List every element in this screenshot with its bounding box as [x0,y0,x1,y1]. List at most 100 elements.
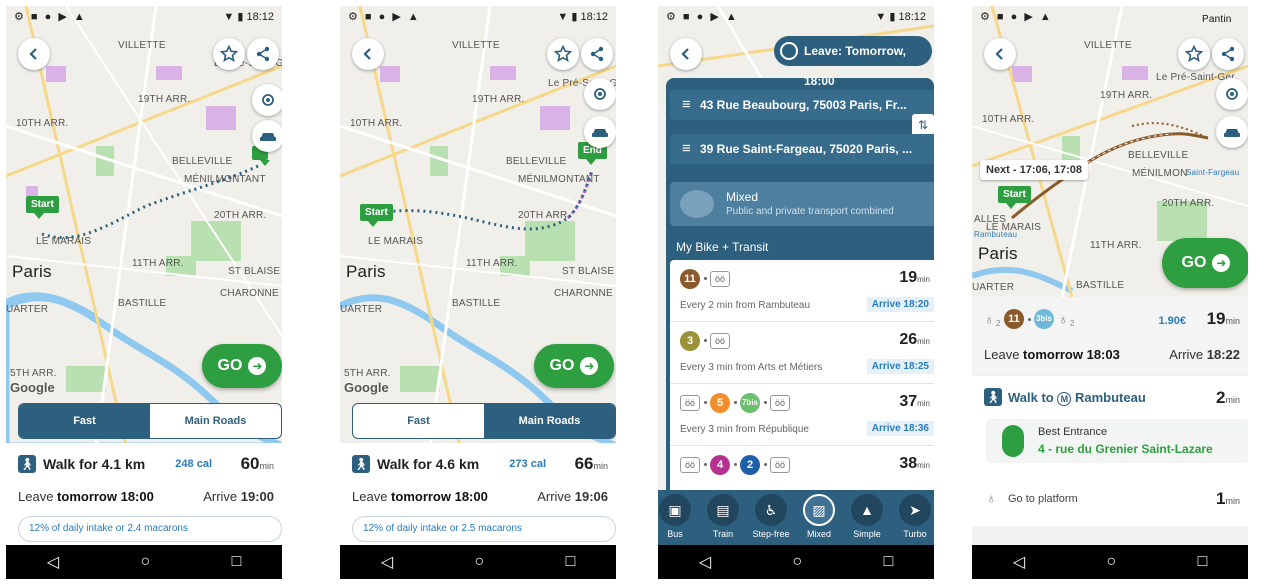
route-type-tabs: Fast Main Roads [352,403,616,439]
route-card[interactable]: öö 4 2 öö 38min [670,446,934,494]
route-frequency: Every 3 min from République [680,424,809,435]
entrance-icon [1002,425,1024,457]
route-frequency: Every 3 min from Arts et Métiers [680,362,823,373]
step-walk[interactable]: 🚶︎ Walk to M Rambuteau 2min [972,384,1248,414]
metro-line-badge: 7bis [740,393,760,413]
status-bar: ⚙ ■ ● ▶ ▲ [972,6,1248,28]
tab-main-roads[interactable]: Main Roads [150,404,281,438]
nav-home-icon[interactable]: ○ [474,553,484,571]
locate-button[interactable] [1216,78,1248,110]
mode-subtitle: Public and private transport combined [726,206,894,217]
back-button[interactable] [984,38,1016,70]
star-icon [554,45,572,62]
total-duration: 19min [1207,309,1240,329]
tab-fast[interactable]: Fast [353,404,484,438]
departure-time-button[interactable]: Leave: Tomorrow, 18:00 [774,36,932,88]
walk-icon: 🚶︎ [984,388,1002,406]
itinerary-summary[interactable]: ♁ 2 11 3bis ♁ 2 1.90€ 19min Leave tomorr… [972,297,1248,373]
nav-back-icon[interactable]: ◁ [699,552,711,572]
nav-home-icon[interactable]: ○ [1106,553,1116,571]
nav-recent-icon[interactable]: □ [884,553,894,571]
walk-distance: Walk for 4.1 km [43,456,146,472]
tab-main-roads[interactable]: Main Roads [484,404,615,438]
arrive-value: 18:22 [1206,347,1240,362]
go-button[interactable]: GO ➜ [534,344,614,388]
bike-icon: öö [770,457,790,473]
mode-mixed[interactable]: ▨ Mixed [794,494,844,539]
go-button[interactable]: GO ➜ [1162,238,1248,288]
map-label-11th: 11TH ARR. [1090,240,1142,251]
walk-row[interactable]: 🚶︎ Walk for 4.1 km 248 cal 60min [6,447,282,481]
favorite-button[interactable] [1178,38,1210,70]
route-card[interactable]: 3 öö 26min Every 3 min from Arts et Méti… [670,322,934,384]
locate-icon [1226,88,1238,100]
map-label-20th: 20TH ARR. [1162,198,1215,209]
nav-back-icon[interactable]: ◁ [47,552,59,572]
route-card[interactable]: öö 5 7bis öö 37min Every 3 min from Répu… [670,384,934,446]
start-pin[interactable]: Start [998,186,1031,209]
platform-duration-unit: min [1225,496,1240,506]
share-button[interactable] [581,38,613,70]
favorite-button[interactable] [213,38,245,70]
star-icon [1185,45,1203,62]
mode-bus[interactable]: ▣ Bus [658,494,700,539]
favorite-button[interactable] [547,38,579,70]
start-pin[interactable]: Start [26,196,59,219]
walk-row[interactable]: 🚶︎ Walk for 4.6 km 273 cal 66min [340,447,616,481]
map-label-bastille: BASTILLE [118,298,167,309]
route-duration-value: 38 [899,455,918,472]
car-button[interactable] [252,120,282,152]
best-entrance-card[interactable]: Best Entrance 4 - rue du Grenier Saint-L… [986,419,1248,463]
map-label-belleville: BELLEVILLE [1128,150,1189,161]
car-button[interactable] [1216,116,1248,148]
mode-turbo[interactable]: ➤ Turbo [890,494,934,539]
route-arrival: Arrive 18:25 [866,359,934,374]
back-button[interactable] [352,38,384,70]
map-label-charonne: CHARONNE [554,288,613,299]
destination-field[interactable]: 39 Rue Saint-Fargeau, 75020 Paris, ... [670,134,934,164]
car-button[interactable] [584,116,616,148]
separator-dot [734,463,737,466]
bike-icon: öö [680,395,700,411]
phone-screen-itinerary: VILLETTE 19TH ARR. 10TH ARR. BELLEVILLE … [972,6,1248,579]
leave-prefix: Leave [984,347,1024,362]
route-duration-unit: min [917,337,930,346]
nav-recent-icon[interactable]: □ [1198,553,1208,571]
swap-button[interactable]: ⇅ [912,114,934,136]
separator-dot [1028,318,1031,321]
mode-simple[interactable]: ▲ Simple [842,494,892,539]
duration-unit: min [593,461,608,471]
share-button[interactable] [247,38,279,70]
go-button[interactable]: GO ➜ [202,344,282,388]
bike-icon: öö [710,271,730,287]
arrive-prefix: Arrive [203,489,241,504]
separator-dot [764,401,767,404]
nav-recent-icon[interactable]: □ [566,553,576,571]
nav-back-icon[interactable]: ◁ [381,552,393,572]
back-button[interactable] [18,38,50,70]
nav-recent-icon[interactable]: □ [232,553,242,571]
route-type-tabs: Fast Main Roads [18,403,282,439]
tab-fast[interactable]: Fast [19,404,150,438]
mode-train[interactable]: ▤ Train [698,494,748,539]
route-summary: 🚶︎ Walk for 4.6 km 273 cal 66min Leave t… [340,443,616,545]
route-card[interactable]: 11 öö 19min Every 2 min from Rambuteau A… [670,260,934,322]
duration-value: 60 [240,454,260,473]
nav-home-icon[interactable]: ○ [140,553,150,571]
platform-duration: 1min [1216,489,1240,509]
mode-step-free[interactable]: ♿ Step-free [746,494,796,539]
nav-home-icon[interactable]: ○ [792,553,802,571]
back-button[interactable] [670,38,702,70]
start-pin[interactable]: Start [360,204,393,227]
origin-field[interactable]: 43 Rue Beaubourg, 75003 Paris, Fr... [670,90,934,120]
share-button[interactable] [1212,38,1244,70]
step-platform[interactable]: ♁ Go to platform 1min [972,486,1248,514]
map-label-lemarais: LE MARAIS [36,236,92,247]
step-walk-text: Walk to M Rambuteau [1008,390,1146,406]
locate-button[interactable] [252,84,282,116]
bike-icon: öö [680,457,700,473]
locate-button[interactable] [584,78,616,110]
status-icons-left: ⚙ ■ ● ▶ ▲ [666,11,739,23]
mode-mixed-card[interactable]: Mixed Public and private transport combi… [670,182,934,226]
nav-back-icon[interactable]: ◁ [1013,552,1025,572]
